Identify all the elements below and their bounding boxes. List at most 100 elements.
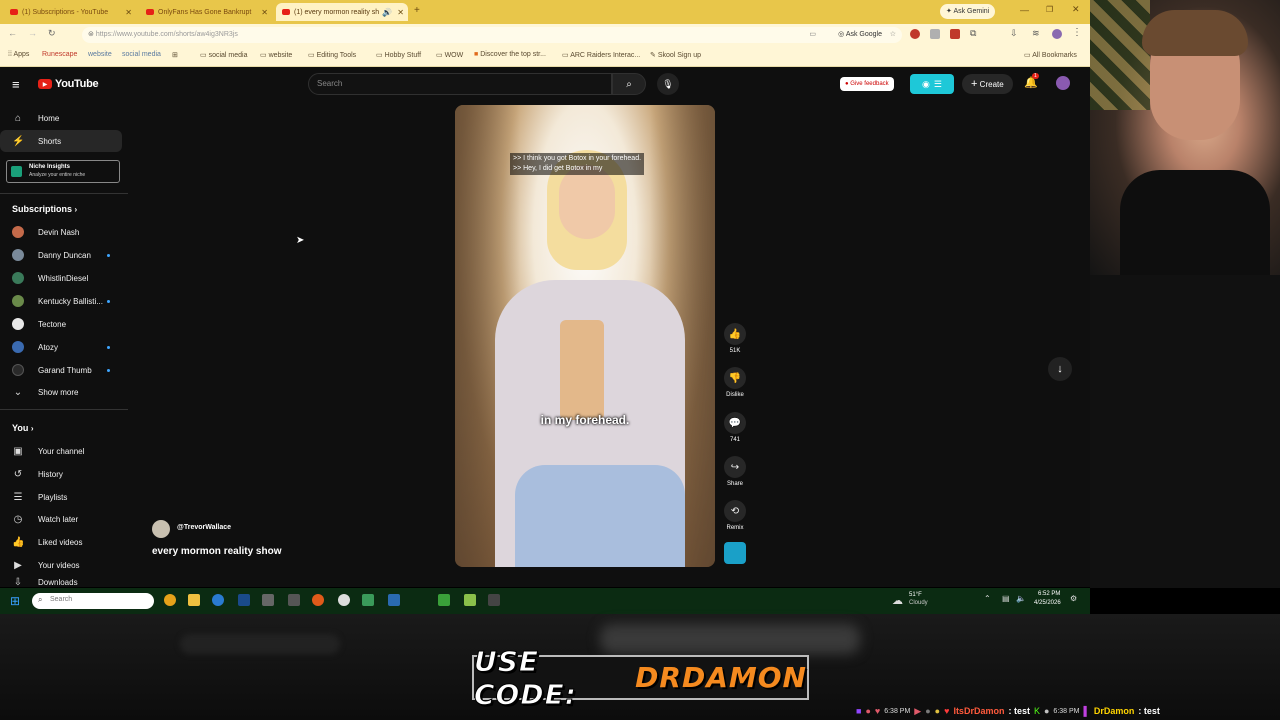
weather-description[interactable]: Cloudy — [909, 600, 928, 606]
bookmark-item[interactable]: social media — [122, 51, 161, 58]
apps-grid-icon[interactable]: ⊞ — [172, 51, 178, 59]
voice-search-button[interactable]: 🎙 — [657, 73, 679, 95]
sidebar-item-your-channel[interactable]: ▣ Your channel — [0, 440, 122, 462]
sound-thumbnail[interactable] — [724, 542, 746, 564]
app-icon[interactable] — [464, 594, 476, 606]
back-icon[interactable]: ← — [8, 28, 17, 38]
subscription-item[interactable]: Atozy — [0, 336, 122, 358]
sidebar-item-liked-videos[interactable]: 👍 Liked videos — [0, 531, 122, 553]
channel-handle[interactable]: @TrevorWallace — [177, 524, 231, 531]
bookmark-star-icon[interactable]: ☆ — [890, 27, 896, 43]
sidebar-item-shorts[interactable]: ⚡ Shorts — [0, 130, 122, 152]
remix-button[interactable]: ⟲ Remix — [724, 500, 746, 531]
edge-app-icon[interactable] — [212, 594, 224, 606]
close-window-icon[interactable]: ✕ — [1072, 4, 1080, 15]
app-icon[interactable] — [388, 594, 400, 606]
search-input[interactable]: Search — [308, 73, 612, 95]
ask-google-button[interactable]: ◎ Ask Google — [838, 27, 882, 43]
next-short-button[interactable]: ↓ — [1048, 357, 1072, 381]
channel-avatar[interactable] — [152, 520, 170, 538]
subscription-item[interactable]: WhistlinDiesel — [0, 267, 122, 289]
cast-icon[interactable]: ▭ — [809, 27, 816, 43]
you-heading[interactable]: You › — [12, 423, 34, 433]
search-button[interactable]: ⌕ — [612, 73, 646, 95]
notification-center-icon[interactable]: ⚙ — [1070, 594, 1077, 603]
extension-button[interactable]: ◉ ☰ — [910, 74, 954, 94]
speaker-icon[interactable]: 🔊 — [382, 8, 392, 17]
show-more-button[interactable]: ⌄ Show more — [0, 381, 122, 403]
history-icon[interactable]: ≋ — [1032, 28, 1040, 39]
windows-start-icon[interactable]: ⊞ — [10, 594, 20, 608]
youtube-logo[interactable]: ▶ YouTube — [38, 78, 99, 90]
ask-gemini-button[interactable]: ✦ Ask Gemini — [940, 4, 996, 19]
file-explorer-icon[interactable] — [188, 594, 200, 606]
wifi-icon[interactable]: ▤ — [1002, 594, 1010, 603]
app-icon[interactable] — [438, 594, 450, 606]
taskbar-search-input[interactable]: ⌕ Search — [32, 593, 154, 609]
share-button[interactable]: ↪ Share — [724, 456, 746, 487]
sidebar-item-your-videos[interactable]: ▶ Your videos — [0, 554, 122, 576]
tab-onlyfans[interactable]: OnlyFans Has Gone Bankrupt ✕ — [140, 3, 272, 21]
bookmark-item[interactable]: ⁞⁞ Apps — [8, 51, 29, 58]
subscription-item[interactable]: Garand Thumb — [0, 359, 122, 381]
sidebar-item-playlists[interactable]: ☰ Playlists — [0, 486, 122, 508]
niche-insights-banner[interactable]: Niche Insights Analyze your entire niche — [6, 160, 120, 183]
bookmark-item[interactable]: ▭ ARC Raiders Interac... — [562, 51, 640, 59]
new-tab-button[interactable]: + — [414, 5, 420, 16]
weather-temperature[interactable]: 51°F — [909, 592, 922, 598]
dislike-button[interactable]: 👎 Dislike — [724, 367, 746, 398]
sidebar-item-downloads[interactable]: ⇩ Downloads — [0, 577, 122, 587]
bookmark-folder[interactable]: ▭ Hobby Stuff — [376, 51, 421, 59]
app-icon[interactable] — [362, 594, 374, 606]
give-feedback-button[interactable]: ● Give feedback — [840, 77, 894, 91]
comments-button[interactable]: 💬 741 — [724, 412, 746, 443]
sidebar-item-watch-later[interactable]: ◷ Watch later — [0, 508, 122, 530]
subscriptions-heading[interactable]: Subscriptions › — [12, 204, 77, 214]
subscription-item[interactable]: Devin Nash — [0, 221, 122, 243]
close-tab-icon[interactable]: ✕ — [397, 8, 404, 17]
kebab-menu-icon[interactable]: ⋮ — [1072, 27, 1082, 38]
app-icon[interactable] — [488, 594, 500, 606]
tab-current-short[interactable]: (1) every mormon reality sh 🔊 ✕ — [276, 3, 408, 21]
account-avatar[interactable] — [1056, 76, 1070, 90]
like-button[interactable]: 👍 51K — [724, 323, 746, 354]
subscription-item[interactable]: Tectone — [0, 313, 122, 335]
create-button[interactable]: + Create — [962, 74, 1013, 94]
steam-app-icon[interactable] — [238, 594, 250, 606]
minimize-icon[interactable]: — — [1020, 5, 1029, 15]
hamburger-menu-icon[interactable]: ≡ — [12, 77, 20, 92]
bookmark-item[interactable]: Runescape — [42, 51, 77, 58]
downloads-icon[interactable]: ⇩ — [1010, 28, 1018, 39]
reload-icon[interactable]: ↻ — [48, 28, 56, 39]
obs-app-icon[interactable] — [338, 594, 350, 606]
bookmark-item[interactable]: ✎ Skool Sign up — [650, 51, 701, 59]
app-icon[interactable] — [288, 594, 300, 606]
tray-chevron-up-icon[interactable]: ⌃ — [984, 594, 991, 603]
app-icon[interactable] — [312, 594, 324, 606]
close-tab-icon[interactable]: ✕ — [125, 8, 132, 17]
bookmark-folder[interactable]: ▭ Editing Tools — [308, 51, 356, 59]
extensions-puzzle-icon[interactable]: ⧉ — [970, 28, 976, 39]
bookmark-item[interactable]: ■ Discover the top str... — [474, 51, 546, 58]
tab-subscriptions[interactable]: (1) Subscriptions - YouTube ✕ — [4, 3, 136, 21]
bookmark-folder[interactable]: ▭ social media — [200, 51, 248, 59]
clock-time[interactable]: 6:52 PM — [1038, 591, 1060, 597]
forward-icon[interactable]: → — [28, 28, 37, 38]
bookmark-folder[interactable]: ▭ WOW — [436, 51, 463, 59]
short-video-player[interactable]: >> I think you got Botox in your forehea… — [455, 105, 715, 567]
maximize-icon[interactable]: ❐ — [1046, 5, 1053, 14]
subscription-item[interactable]: Danny Duncan — [0, 244, 122, 266]
bookmark-item[interactable]: website — [88, 51, 112, 58]
all-bookmarks-folder[interactable]: ▭ All Bookmarks — [1024, 51, 1077, 59]
sidebar-item-history[interactable]: ↺ History — [0, 463, 122, 485]
extension-icon[interactable] — [950, 29, 960, 39]
extension-icon[interactable] — [910, 29, 920, 39]
bookmark-folder[interactable]: ▭ website — [260, 51, 292, 59]
profile-avatar[interactable] — [1052, 29, 1062, 39]
chrome-app-icon[interactable] — [164, 594, 176, 606]
clock-date[interactable]: 4/25/2026 — [1034, 600, 1061, 606]
subscription-item[interactable]: Kentucky Ballisti... — [0, 290, 122, 312]
notifications-button[interactable]: 🔔 1 — [1024, 73, 1039, 89]
extension-icon[interactable] — [930, 29, 940, 39]
url-field[interactable]: ⊜ https://www.youtube.com/shorts/aw4ig3N… — [82, 27, 902, 43]
